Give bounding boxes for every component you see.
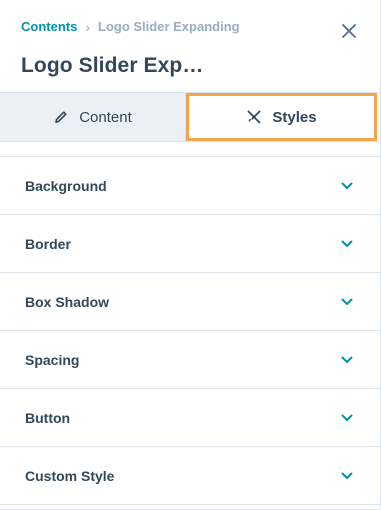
section-button[interactable]: Button — [0, 389, 380, 447]
chevron-down-icon — [340, 411, 354, 425]
tab-styles-label: Styles — [272, 108, 317, 126]
chevron-down-icon — [340, 237, 354, 251]
pencil-icon — [53, 109, 69, 125]
section-label: Button — [25, 409, 71, 426]
chevron-down-icon — [340, 179, 354, 193]
breadcrumb: Contents › Logo Slider Expanding — [21, 19, 240, 34]
breadcrumb-current: Logo Slider Expanding — [98, 19, 240, 34]
section-label: Box Shadow — [25, 293, 110, 310]
styles-icon — [246, 109, 262, 125]
section-label: Background — [25, 177, 107, 194]
section-label: Custom Style — [25, 467, 115, 484]
style-sections: Background Border Box Shadow Spacing But — [0, 142, 380, 505]
tab-content-label: Content — [79, 108, 132, 126]
chevron-down-icon — [340, 295, 354, 309]
section-label: Border — [25, 235, 71, 252]
close-icon — [342, 24, 356, 38]
tab-content[interactable]: Content — [0, 93, 186, 141]
section-custom-style[interactable]: Custom Style — [0, 447, 380, 505]
panel-header: Contents › Logo Slider Expanding Logo Sl… — [0, 0, 380, 93]
close-button[interactable] — [340, 22, 358, 40]
section-box-shadow[interactable]: Box Shadow — [0, 273, 380, 331]
section-spacing[interactable]: Spacing — [0, 331, 380, 389]
breadcrumb-separator: › — [85, 18, 91, 35]
chevron-down-icon — [340, 353, 354, 367]
chevron-down-icon — [340, 469, 354, 483]
section-label: Spacing — [25, 351, 80, 368]
panel-title: Logo Slider Exp… — [21, 54, 204, 77]
section-spacer — [0, 142, 380, 157]
style-panel: Contents › Logo Slider Expanding Logo Sl… — [0, 0, 381, 510]
breadcrumb-parent-link[interactable]: Contents — [21, 19, 77, 34]
tab-styles[interactable]: Styles — [186, 93, 377, 141]
section-border[interactable]: Border — [0, 215, 380, 273]
tab-bar: Content Styles — [0, 93, 380, 142]
section-background[interactable]: Background — [0, 157, 380, 215]
